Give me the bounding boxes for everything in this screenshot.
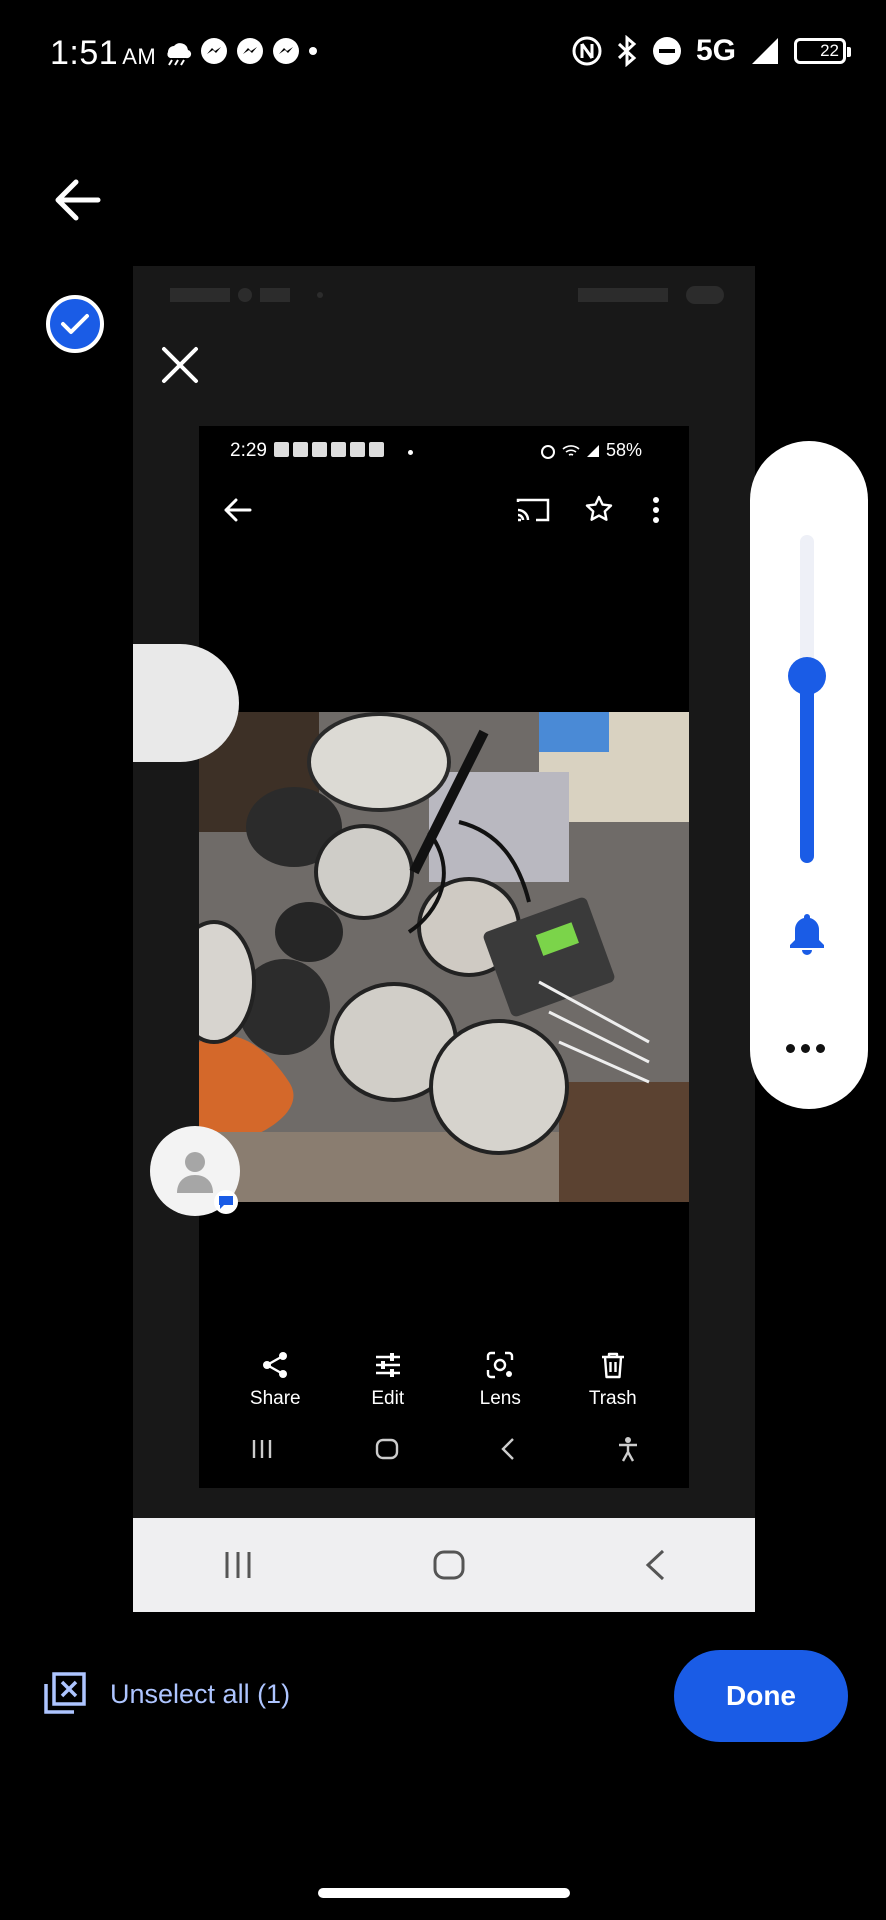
faded-status-icons (170, 288, 323, 302)
dot (786, 1044, 795, 1053)
messenger-icon (201, 38, 227, 64)
unselect-all-button[interactable]: Unselect all (1) (40, 1670, 290, 1718)
inner-action-bar: Share Edit Lens Trash (199, 1350, 689, 1410)
lens-label: Lens (479, 1388, 521, 1409)
volume-slider-thumb[interactable] (788, 657, 826, 695)
gmail-icon (293, 442, 308, 457)
inner-edit-action: Edit (343, 1350, 433, 1410)
recents-icon (225, 1552, 251, 1578)
status-bar: 1:51 AM 5G 22 (0, 0, 886, 108)
home-icon (433, 1550, 465, 1580)
ebay-icon (369, 442, 384, 457)
share-label: Share (249, 1388, 301, 1409)
signal-icon (587, 444, 599, 457)
edit-icon (375, 1353, 400, 1377)
faded-system-icons (578, 286, 724, 304)
avatar-badge (214, 1190, 238, 1214)
status-time-value: 1:51 (50, 34, 119, 72)
inner-lens-action: Lens (455, 1350, 545, 1410)
notification-icons (162, 36, 318, 66)
star-icon (585, 495, 613, 521)
alarm-icon (541, 444, 555, 459)
battery-icon: 22 (794, 38, 851, 64)
cast-icon (516, 498, 550, 522)
inner-system-icons: 58% (540, 440, 642, 461)
inner-battery: 58% (606, 440, 643, 460)
share-icon (263, 1352, 288, 1378)
chat-bubble-icon (219, 1196, 233, 1209)
faded-status-right (578, 284, 728, 312)
trash-icon (601, 1352, 624, 1379)
more-vert-icon (653, 497, 659, 523)
gallery-icon (274, 442, 289, 457)
lens-icon (487, 1351, 514, 1379)
volume-slider-fill (800, 671, 814, 863)
messenger-icon (237, 38, 263, 64)
volume-more-icon[interactable] (786, 1044, 825, 1053)
card-nav-bar (133, 1518, 755, 1612)
battery-level: 22 (820, 41, 839, 60)
weather-icon (167, 43, 192, 66)
inner-more-dot-icon (408, 450, 413, 455)
signal-icon (752, 38, 778, 64)
weather-icon (331, 442, 346, 457)
accessibility-icon (618, 1437, 637, 1462)
back-icon (645, 1549, 664, 1581)
close-icon[interactable] (160, 345, 200, 385)
home-icon (375, 1438, 398, 1460)
selected-checkbox[interactable] (46, 295, 104, 353)
wifi-icon (562, 444, 580, 456)
more-notifications-dot-icon (309, 47, 317, 55)
gmail-icon (350, 442, 365, 457)
status-time: 1:51 AM (50, 34, 156, 73)
photo-drum-pads (199, 712, 689, 1202)
dot (801, 1044, 810, 1053)
person-icon (177, 1152, 213, 1193)
network-type: 5G (695, 34, 736, 67)
messenger-icon (273, 38, 299, 64)
trash-label: Trash (588, 1388, 637, 1409)
dot (816, 1044, 825, 1053)
do-not-disturb-icon (652, 37, 681, 65)
inner-status-time: 2:29 (230, 440, 267, 461)
bell-icon[interactable] (786, 910, 828, 956)
inner-trash-action: Trash (568, 1350, 658, 1410)
status-ampm: AM (122, 44, 157, 69)
inner-share-action: Share (230, 1350, 320, 1410)
check-icon (61, 314, 89, 334)
deselect-icon (44, 1672, 86, 1714)
recents-icon (252, 1440, 271, 1458)
home-indicator[interactable] (318, 1888, 570, 1898)
nfc-icon (572, 36, 602, 66)
unselect-all-label: Unselect all (1) (110, 1678, 291, 1709)
bluetooth-icon (617, 35, 637, 67)
system-icons: 5G 22 (572, 34, 851, 68)
drum-pads-image (199, 712, 689, 1202)
power-icon (312, 442, 327, 457)
inner-back-icon (224, 498, 252, 522)
back-icon (500, 1438, 514, 1460)
faded-status-bar (170, 284, 340, 312)
done-button[interactable]: Done (674, 1650, 848, 1742)
inner-notification-icons (274, 442, 384, 457)
back-arrow-icon[interactable] (52, 178, 102, 222)
edit-label: Edit (371, 1388, 405, 1409)
inner-nav-bar (199, 1436, 689, 1462)
